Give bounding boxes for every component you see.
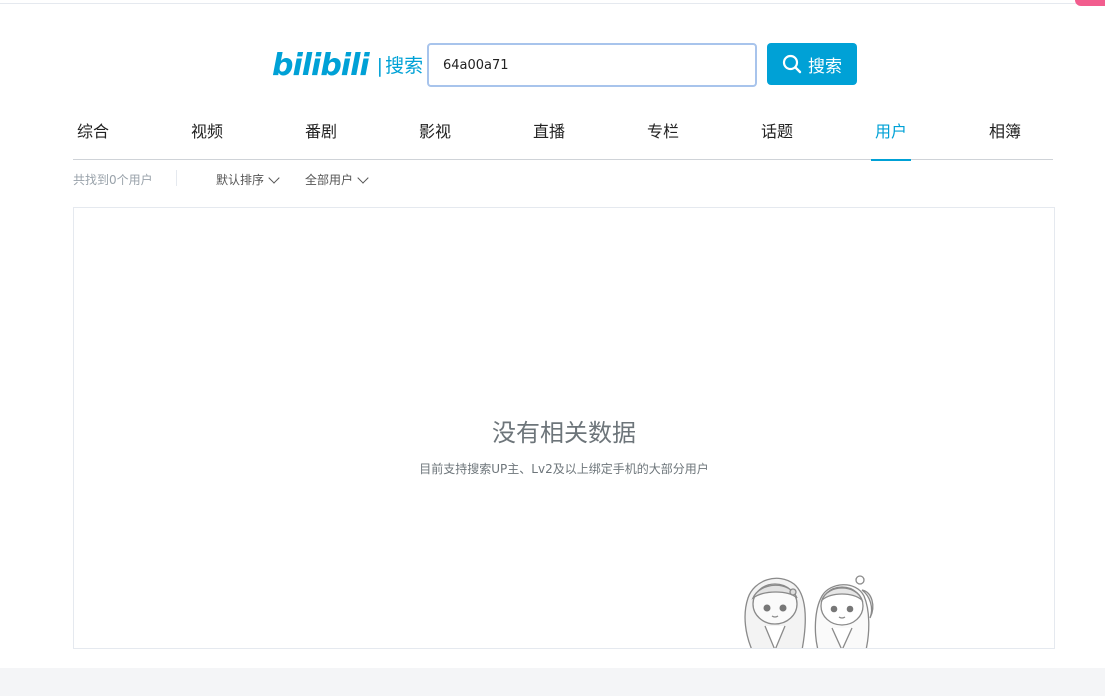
search-type-tabs: 综合 视频 番剧 影视 直播 专栏 话题 用户 相簿 — [73, 113, 1053, 161]
filter-divider — [176, 170, 177, 186]
search-input[interactable] — [443, 54, 743, 76]
logo-wordmark: bilibili — [272, 48, 370, 83]
tab-album[interactable]: 相簿 — [989, 113, 1021, 160]
search-page-title: 搜索 — [385, 55, 424, 77]
mascot-22-icon — [744, 577, 806, 648]
mascot-33-icon — [814, 575, 874, 648]
tab-user[interactable]: 用户 — [870, 113, 912, 161]
top-bar — [0, 0, 1105, 4]
search-box[interactable] — [427, 43, 757, 87]
tab-all[interactable]: 综合 — [77, 113, 109, 160]
search-button[interactable]: 搜索 — [767, 43, 857, 85]
filter-bar: 共找到0个用户 默认排序 全部用户 — [73, 168, 1053, 188]
chevron-down-icon — [357, 171, 369, 184]
search-header: bilibili | 搜索 搜索 — [0, 42, 1105, 88]
footer-band — [0, 668, 1105, 696]
empty-state-title: 没有相关数据 — [492, 419, 636, 447]
tab-bangumi[interactable]: 番剧 — [305, 113, 337, 160]
bilibili-logo[interactable]: bilibili | 搜索 — [272, 50, 423, 82]
mascot-illustration — [744, 575, 874, 648]
empty-state-subtitle: 目前支持搜索UP主、Lv2及以上绑定手机的大部分用户 — [419, 462, 709, 476]
tab-live[interactable]: 直播 — [533, 113, 565, 160]
search-icon — [782, 54, 802, 74]
user-type-dropdown[interactable]: 全部用户 — [305, 171, 369, 188]
sort-dropdown-label: 默认排序 — [216, 173, 265, 187]
tab-topic[interactable]: 话题 — [761, 113, 793, 160]
tab-movie[interactable]: 影视 — [419, 113, 451, 160]
tab-video[interactable]: 视频 — [191, 113, 223, 160]
search-button-label: 搜索 — [808, 56, 842, 77]
user-type-dropdown-label: 全部用户 — [305, 173, 354, 187]
results-panel: 没有相关数据 目前支持搜索UP主、Lv2及以上绑定手机的大部分用户 — [73, 207, 1055, 649]
tab-article[interactable]: 专栏 — [647, 113, 679, 160]
user-avatar-corner[interactable] — [1075, 0, 1105, 6]
logo-separator: | — [376, 55, 384, 77]
sort-dropdown[interactable]: 默认排序 — [216, 171, 280, 188]
chevron-down-icon — [268, 171, 280, 184]
result-count: 共找到0个用户 — [73, 173, 153, 187]
